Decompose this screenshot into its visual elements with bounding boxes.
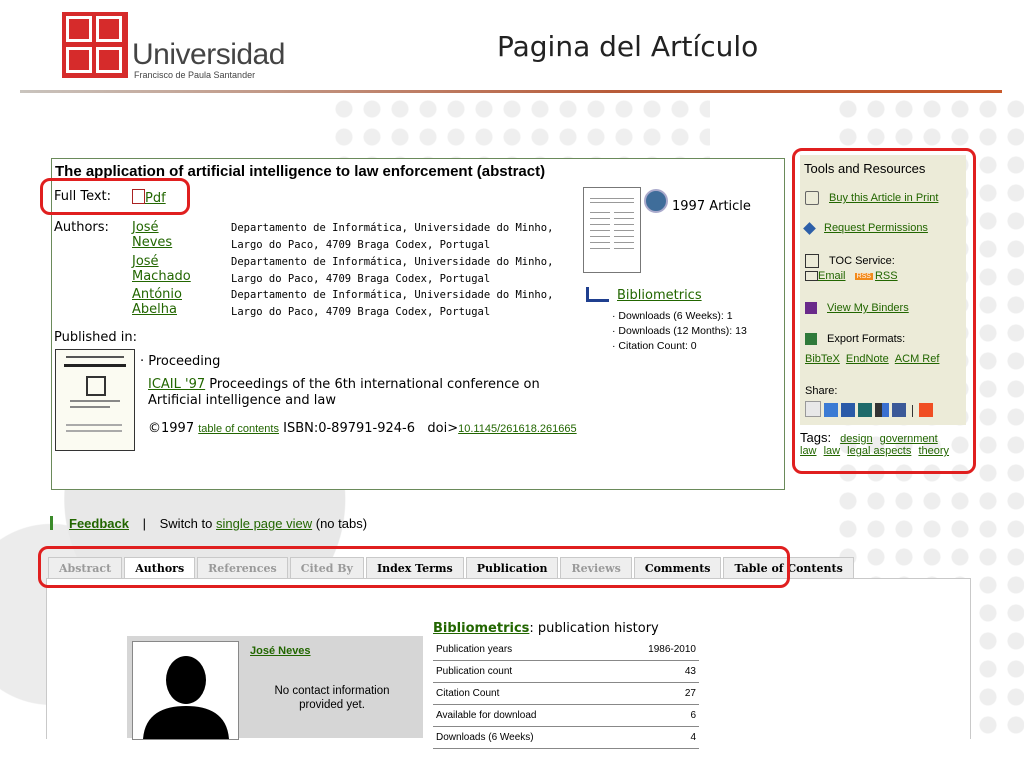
- biblio-history-link[interactable]: Bibliometrics: [433, 621, 529, 636]
- stats-value: 43: [684, 666, 696, 677]
- publication-details: ©1997 table of contents ISBN:0-89791-924…: [148, 421, 577, 436]
- stats-label: Publication count: [436, 666, 513, 677]
- proceeding-label: · Proceeding: [140, 354, 221, 369]
- author-link[interactable]: José Neves: [132, 220, 172, 250]
- switch-text: Switch to: [159, 516, 213, 531]
- highlight-tabs: [38, 546, 790, 588]
- highlight-tools: [792, 148, 976, 474]
- author-link[interactable]: José Machado: [132, 254, 191, 284]
- stats-row: Publication years 1986-2010: [433, 639, 699, 661]
- stats-value: 1986-2010: [648, 644, 696, 655]
- doi-prefix: doi>: [427, 421, 459, 436]
- article-thumbnail[interactable]: [583, 187, 641, 273]
- logo-name: Universidad: [132, 38, 285, 71]
- doi-link[interactable]: 10.1145/261618.261665: [458, 423, 576, 435]
- author-affiliation: Departamento de Informática, Universidad…: [231, 222, 554, 251]
- stats-row: Downloads (6 Weeks) 4: [433, 727, 699, 749]
- ufps-logo-mark: [62, 12, 128, 78]
- feedback-separator: |: [142, 516, 146, 531]
- highlight-full-text: [40, 178, 190, 215]
- biblio-history-suffix: : publication history: [529, 621, 659, 636]
- author-affiliation: Departamento de Informática, Universidad…: [231, 256, 554, 285]
- stats-value: 27: [684, 688, 696, 699]
- author-card: José Neves No contact information provid…: [127, 636, 423, 740]
- author-link[interactable]: António Abelha: [132, 287, 182, 317]
- isbn: ISBN:0-89791-924-6: [283, 421, 416, 436]
- biblio-heading: Bibliometrics: publication history: [433, 621, 659, 636]
- stats-label: Downloads (6 Weeks): [436, 732, 534, 743]
- stats-label: Publication years: [436, 644, 513, 655]
- stats-row: Publication count 43: [433, 661, 699, 683]
- article-type-label: 1997 Article: [672, 199, 751, 214]
- metric-downloads-6w: · Downloads (6 Weeks): 1: [612, 310, 733, 322]
- stats-row: Available for download 6: [433, 705, 699, 727]
- stats-row: Citation Count 27: [433, 683, 699, 705]
- header-divider: [20, 90, 1002, 93]
- logo-subtitle: Francisco de Paula Santander: [134, 70, 256, 80]
- feedback-icon: [50, 516, 63, 530]
- stats-value: 4: [690, 732, 696, 743]
- toc-link[interactable]: table of contents: [198, 423, 279, 435]
- stats-label: Citation Count: [436, 688, 500, 699]
- stats-label: Available for download: [436, 710, 537, 721]
- university-logo: Universidad Francisco de Paula Santander: [62, 12, 285, 82]
- slide-title: Pagina del Artículo: [497, 30, 759, 63]
- author-affiliation: Departamento de Informática, Universidad…: [231, 289, 554, 318]
- published-in-label: Published in:: [54, 330, 137, 345]
- author-card-name-link[interactable]: José Neves: [250, 645, 311, 657]
- venue-line: ICAIL '97 Proceedings of the 6th interna…: [148, 377, 568, 409]
- bibliometrics-icon: [586, 287, 609, 302]
- copyright-year: ©1997: [148, 421, 195, 436]
- publication-stats-table: Publication years 1986-2010 Publication c…: [433, 639, 699, 749]
- no-contact-text: No contact information provided yet.: [274, 685, 390, 711]
- stats-value: 6: [690, 710, 696, 721]
- proceedings-cover-thumbnail[interactable]: [55, 349, 135, 451]
- authors-label: Authors:: [54, 220, 109, 235]
- metric-citation-count: · Citation Count: 0: [612, 340, 697, 352]
- metric-downloads-12m: · Downloads (12 Months): 13: [612, 325, 747, 337]
- single-page-view-link[interactable]: single page view: [216, 516, 312, 531]
- no-tabs-text: (no tabs): [315, 516, 368, 531]
- bibliometrics-link[interactable]: Bibliometrics: [617, 288, 702, 303]
- feedback-link[interactable]: Feedback: [69, 516, 129, 531]
- venue-title: Proceedings of the 6th international con…: [148, 377, 540, 408]
- avatar: [132, 641, 239, 740]
- feedback-row: Feedback | Switch to single page view (n…: [50, 516, 367, 531]
- venue-link[interactable]: ICAIL '97: [148, 377, 205, 392]
- metrics-list: · Downloads (6 Weeks): 1 · Downloads (12…: [612, 309, 747, 354]
- article-type-icon: [644, 189, 668, 213]
- person-silhouette-icon: [143, 656, 229, 739]
